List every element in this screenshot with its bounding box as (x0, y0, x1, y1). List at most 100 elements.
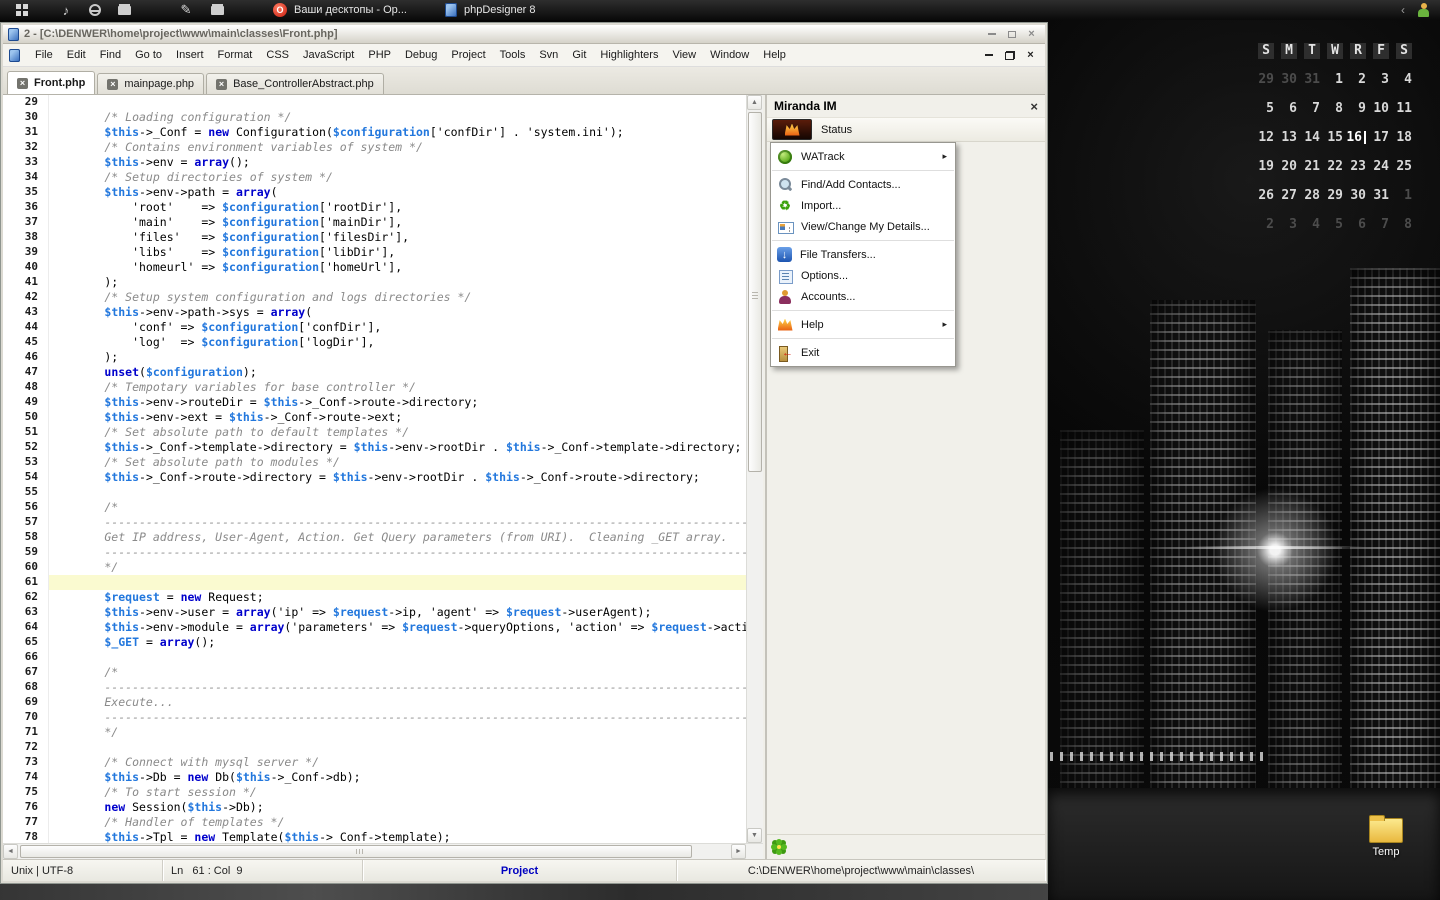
calendar-weekday-header: S (1254, 36, 1277, 65)
icq-status-icon[interactable] (776, 844, 782, 850)
menu-project[interactable]: Project (444, 44, 492, 66)
horizontal-scrollbar[interactable]: ◄ ► (3, 843, 763, 859)
code-editor[interactable]: 2930 /* Loading configuration */31 $this… (3, 95, 763, 859)
tab-close-icon[interactable]: × (216, 79, 227, 90)
vscroll-thumb[interactable] (748, 112, 762, 472)
miranda-menu-import[interactable]: ♻Import... (771, 195, 955, 216)
mdi-restore-button[interactable] (1001, 48, 1018, 62)
code-line: 34 /* Setup directories of system */ (3, 170, 746, 185)
code-line: 53 /* Set absolute path to modules */ (3, 455, 746, 470)
close-button[interactable]: × (1023, 27, 1040, 41)
menu-go-to[interactable]: Go to (128, 44, 169, 66)
code-line: 31 $this->_Conf = new Configuration($con… (3, 125, 746, 140)
tab-Base_ControllerAbstract.php[interactable]: × Base_ControllerAbstract.php (206, 73, 384, 94)
music-icon[interactable]: ♪ (58, 2, 74, 18)
code-line: 43 $this->env->path->sys = array( (3, 305, 746, 320)
menu-item-label: Import... (801, 200, 841, 212)
calendar-day: 8 (1392, 210, 1415, 239)
menu-item-label: Accounts... (801, 291, 855, 303)
calendar-day: 22 (1323, 152, 1346, 181)
menu-highlighters[interactable]: Highlighters (593, 44, 665, 66)
menu-css[interactable]: CSS (259, 44, 296, 66)
vertical-scrollbar[interactable]: ▲ ▼ (746, 95, 763, 843)
status-button[interactable] (772, 119, 812, 140)
miranda-im-panel: Miranda IM × Status WATrack▸Find/Add Con… (765, 95, 1045, 859)
menu-window[interactable]: Window (703, 44, 756, 66)
maximize-button[interactable] (1003, 27, 1020, 41)
miranda-menu-exit[interactable]: Exit (771, 342, 955, 363)
menu-php[interactable]: PHP (361, 44, 398, 66)
code-line: 38 'files' => $configuration['filesDir']… (3, 230, 746, 245)
mdi-minimize-button[interactable] (980, 48, 997, 62)
calendar-day: 8 (1323, 94, 1346, 123)
tab-label: Base_ControllerAbstract.php (233, 78, 374, 90)
tab-mainpage.php[interactable]: ×mainpage.php (97, 73, 204, 94)
folder-icon[interactable] (116, 2, 132, 18)
tab-Front.php[interactable]: ×Front.php (7, 71, 95, 94)
calendar-day: 4 (1300, 210, 1323, 239)
menu-format[interactable]: Format (211, 44, 260, 66)
edit-icon[interactable]: ✎ (178, 2, 194, 18)
folder-icon[interactable] (209, 2, 225, 18)
calendar-day-selected: 16 (1346, 123, 1369, 152)
opera-icon[interactable] (147, 2, 163, 18)
menu-file[interactable]: File (28, 44, 60, 66)
tab-close-icon[interactable]: × (107, 79, 118, 90)
menu-view[interactable]: View (665, 44, 703, 66)
editor-tab-bar: ×Front.php×mainpage.php×Base_ControllerA… (3, 67, 1045, 95)
window-titlebar[interactable]: 2 - [C:\DENWER\home\project\www\main\cla… (3, 25, 1045, 44)
start-button[interactable] (16, 4, 28, 16)
tray-chevron-icon[interactable]: ‹ (1401, 3, 1405, 17)
miranda-menu-help[interactable]: Help▸ (771, 314, 955, 335)
tab-close-icon[interactable]: × (17, 78, 28, 89)
calendar-day: 4 (1392, 65, 1415, 94)
line-number: 77 (3, 815, 49, 830)
calendar-day: 17 (1369, 123, 1392, 152)
globe-icon[interactable] (89, 4, 101, 16)
miranda-menu-options[interactable]: Options... (771, 265, 955, 286)
menu-tools[interactable]: Tools (493, 44, 533, 66)
menu-item-label: View/Change My Details... (801, 221, 930, 233)
menu-help[interactable]: Help (756, 44, 793, 66)
line-number: 42 (3, 290, 49, 305)
menu-item-label: Exit (801, 347, 819, 359)
code-line: 33 $this->env = array(); (3, 155, 746, 170)
taskbar-item-phpdesigner[interactable]: phpDesigner 8 (439, 1, 542, 19)
calendar-day: 26 (1254, 181, 1277, 210)
menu-debug[interactable]: Debug (398, 44, 444, 66)
miranda-title: Miranda IM (774, 99, 837, 113)
scroll-up-arrow[interactable]: ▲ (747, 95, 762, 110)
miranda-menu-view-change-my-details[interactable]: View/Change My Details... (771, 216, 955, 237)
line-number: 49 (3, 395, 49, 410)
code-line: 67 /* (3, 665, 746, 680)
miranda-menu-find-add-contacts[interactable]: Find/Add Contacts... (771, 174, 955, 195)
calendar-day: 28 (1300, 181, 1323, 210)
menu-javascript[interactable]: JavaScript (296, 44, 361, 66)
code-line: 37 'main' => $configuration['mainDir'], (3, 215, 746, 230)
taskbar-item-opera[interactable]: OВаши десктопы - Op... (267, 1, 413, 19)
code-area[interactable]: 2930 /* Loading configuration */31 $this… (3, 95, 746, 843)
code-line: 70 -------------------------------------… (3, 710, 746, 725)
miranda-menu-accounts[interactable]: Accounts... (771, 286, 955, 307)
menu-find[interactable]: Find (93, 44, 128, 66)
code-line: 73 /* Connect with mysql server */ (3, 755, 746, 770)
menu-git[interactable]: Git (565, 44, 593, 66)
miranda-close-icon[interactable]: × (1030, 99, 1038, 114)
line-number: 58 (3, 530, 49, 545)
minimize-button[interactable] (983, 27, 1000, 41)
scroll-left-arrow[interactable]: ◄ (3, 844, 18, 859)
tray-user-icon[interactable] (1417, 3, 1430, 17)
miranda-menu-file-transfers[interactable]: ↓File Transfers... (771, 244, 955, 265)
menu-insert[interactable]: Insert (169, 44, 211, 66)
hscroll-thumb[interactable] (20, 845, 692, 858)
menu-edit[interactable]: Edit (60, 44, 93, 66)
desktop-icon-temp[interactable]: Temp (1356, 818, 1416, 858)
line-number: 63 (3, 605, 49, 620)
calendar-day: 2 (1346, 65, 1369, 94)
scroll-right-arrow[interactable]: ► (731, 844, 746, 859)
scroll-down-arrow[interactable]: ▼ (747, 828, 762, 843)
miranda-menu-watrack[interactable]: WATrack▸ (771, 146, 955, 167)
miranda-flame-icon (785, 124, 800, 136)
mdi-close-button[interactable]: × (1022, 48, 1039, 62)
menu-svn[interactable]: Svn (532, 44, 565, 66)
